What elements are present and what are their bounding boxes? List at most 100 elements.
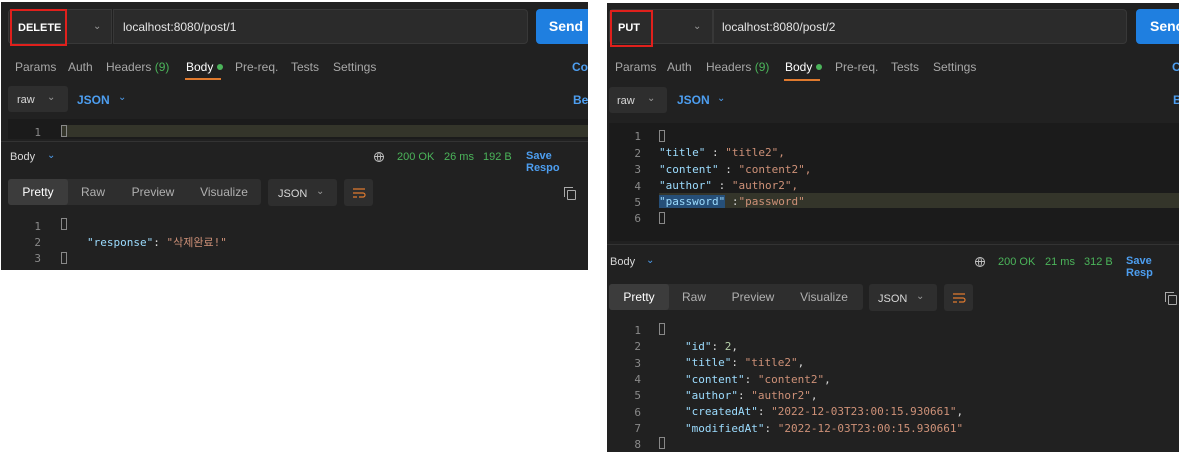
tab-auth[interactable]: Auth	[667, 60, 692, 74]
headers-count: (9)	[754, 60, 770, 74]
json-key: "author"	[659, 179, 712, 192]
response-line: "content": "content2",	[685, 373, 831, 386]
tab-params[interactable]: Params	[615, 60, 656, 74]
line-number: 1	[34, 126, 41, 139]
json-separator: :	[718, 163, 739, 176]
save-response-button[interactable]: Save Respo	[526, 150, 588, 174]
response-line: "createdAt": "2022-12-03T23:00:15.930661…	[685, 405, 964, 418]
cookies-link[interactable]: Co	[572, 60, 588, 74]
view-tab-preview[interactable]: Preview	[123, 179, 183, 205]
view-tab-raw[interactable]: Raw	[71, 179, 115, 205]
response-section-label[interactable]: Body	[10, 151, 35, 163]
json-value: "content2"	[757, 373, 825, 386]
copy-icon[interactable]	[564, 187, 576, 200]
response-line: "title": "title2",	[685, 356, 805, 369]
response-line: "modifiedAt": "2022-12-03T23:00:15.93066…	[685, 422, 964, 435]
line-number: 1	[34, 220, 41, 233]
view-tab-visualize[interactable]: Visualize	[193, 179, 255, 205]
url-text: localhost:8080/post/2	[722, 20, 836, 34]
line-number: 1	[634, 130, 641, 143]
tab-pre-request[interactable]: Pre-req.	[835, 60, 878, 74]
json-key: "content"	[685, 373, 745, 386]
fold-brace-icon[interactable]	[659, 437, 665, 449]
chevron-down-icon: ⌄	[316, 186, 325, 197]
body-format-select[interactable]: JSON	[677, 93, 710, 107]
tab-body[interactable]: Body	[186, 60, 224, 74]
beautify-link[interactable]: B	[1173, 93, 1179, 107]
tab-headers[interactable]: Headers (9)	[106, 60, 169, 74]
tab-headers[interactable]: Headers (9)	[706, 60, 769, 74]
json-value: "title2",	[725, 146, 785, 159]
chevron-down-icon: ⌄	[118, 92, 127, 103]
chevron-down-icon: ⌄	[93, 21, 102, 32]
tab-tests[interactable]: Tests	[891, 60, 919, 74]
response-format-label: JSON	[878, 293, 908, 305]
view-tab-pretty[interactable]: Pretty	[609, 284, 669, 310]
line-number: 5	[634, 196, 641, 209]
json-key: "author"	[685, 389, 738, 402]
tab-auth[interactable]: Auth	[68, 60, 93, 74]
json-key: "response"	[87, 236, 154, 249]
highlight-box	[10, 9, 67, 46]
view-tab-visualize[interactable]: Visualize	[793, 284, 855, 310]
json-key: "modifiedAt"	[685, 422, 765, 435]
wrap-lines-icon	[952, 293, 966, 303]
globe-icon[interactable]	[374, 152, 384, 162]
json-key: "createdAt"	[685, 405, 758, 418]
response-format-label: JSON	[278, 188, 308, 200]
beautify-link[interactable]: Bea	[573, 93, 588, 107]
left-request-panel: DELETE ⌄ localhost:8080/post/1 Send Para…	[1, 2, 588, 270]
copy-icon[interactable]	[1165, 292, 1177, 305]
json-value: "author2"	[751, 389, 811, 402]
body-indicator-dot	[816, 64, 823, 70]
cookies-link[interactable]: C	[1172, 60, 1179, 74]
tab-settings[interactable]: Settings	[933, 60, 976, 74]
response-section-label[interactable]: Body	[610, 256, 635, 268]
fold-brace-icon[interactable]	[659, 323, 665, 335]
chevron-down-icon: ⌄	[717, 93, 726, 104]
tab-pre-request[interactable]: Pre-req.	[235, 60, 278, 74]
tab-params[interactable]: Params	[15, 60, 56, 74]
request-line: "title" : "title2",	[659, 146, 785, 159]
body-format-select[interactable]: JSON	[77, 93, 110, 107]
send-button[interactable]: Senc	[1136, 9, 1179, 44]
chevron-down-icon: ⌄	[916, 291, 925, 302]
response-line: "author": "author2",	[685, 389, 818, 402]
line-number: 5	[634, 389, 641, 402]
line-number: 3	[634, 163, 641, 176]
response-size: 312 B	[1084, 256, 1113, 268]
line-number: 3	[34, 252, 41, 265]
status-code: 200 OK	[998, 256, 1036, 268]
json-separator: :	[705, 146, 726, 159]
fold-brace-icon[interactable]	[659, 212, 665, 224]
chevron-down-icon: ⌄	[646, 255, 655, 266]
response-size: 192 B	[483, 151, 512, 163]
globe-icon[interactable]	[975, 257, 985, 267]
json-value: "2022-12-03T23:00:15.930661"	[777, 422, 964, 435]
wrap-lines-button[interactable]	[344, 179, 373, 206]
json-value: "삭제완료!"	[166, 236, 227, 249]
tab-tests[interactable]: Tests	[291, 60, 319, 74]
line-number: 4	[634, 373, 641, 386]
highlight-box	[610, 10, 653, 47]
wrap-lines-icon	[352, 188, 366, 198]
fold-brace-icon[interactable]	[61, 252, 67, 264]
tab-body[interactable]: Body	[785, 60, 823, 74]
save-response-button[interactable]: Save Resp	[1126, 255, 1179, 279]
line-number: 2	[34, 236, 41, 249]
fold-brace-icon[interactable]	[61, 125, 67, 137]
json-value: "2022-12-03T23:00:15.930661"	[771, 405, 957, 418]
line-number: 7	[634, 422, 641, 435]
view-tab-pretty[interactable]: Pretty	[8, 179, 68, 205]
tab-settings[interactable]: Settings	[333, 60, 376, 74]
send-button[interactable]: Send	[536, 9, 588, 44]
fold-brace-icon[interactable]	[61, 218, 67, 230]
chevron-down-icon: ⌄	[47, 150, 56, 161]
body-indicator-dot	[217, 64, 224, 70]
request-line: "content" : "content2",	[659, 163, 811, 176]
active-tab-underline	[185, 78, 221, 80]
view-tab-preview[interactable]: Preview	[723, 284, 783, 310]
wrap-lines-button[interactable]	[944, 284, 973, 311]
view-tab-raw[interactable]: Raw	[672, 284, 716, 310]
fold-brace-icon[interactable]	[659, 130, 665, 142]
